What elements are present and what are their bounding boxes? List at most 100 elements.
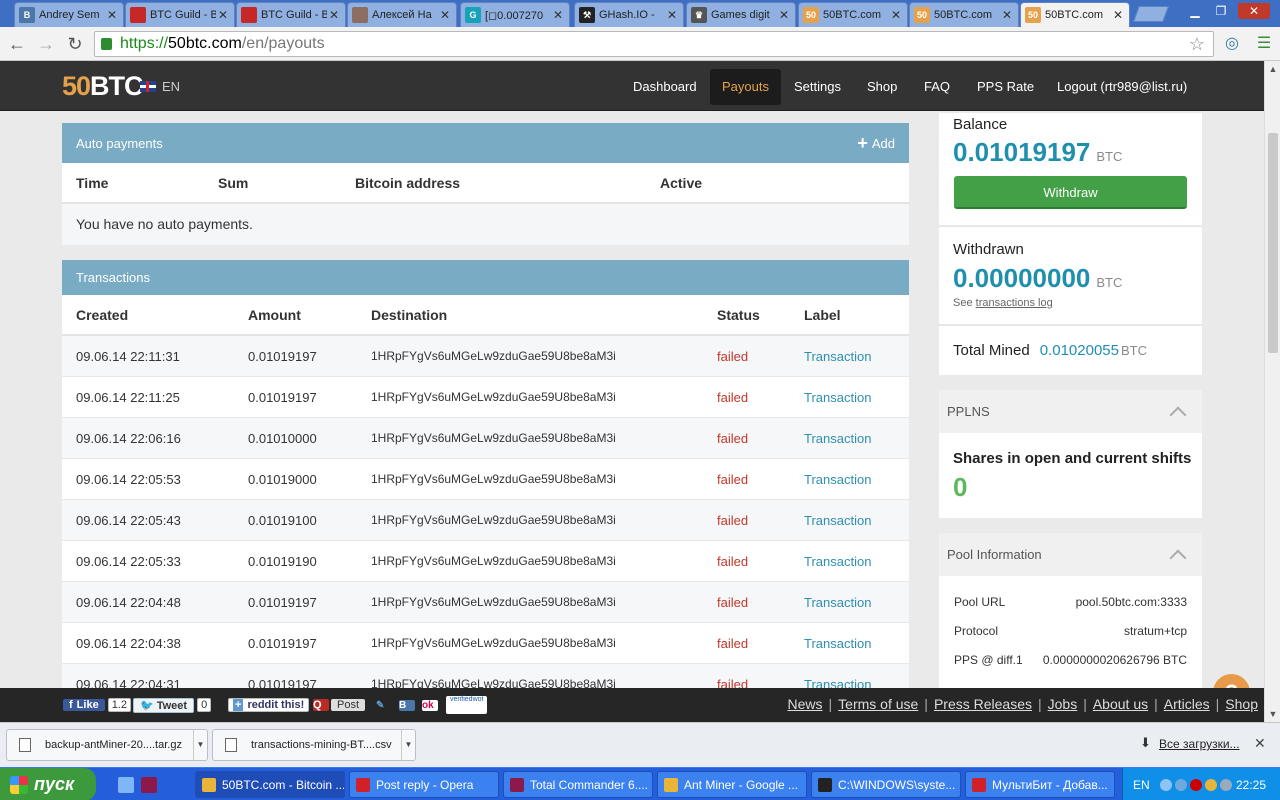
- browser-tab[interactable]: BTC Guild - B ✕: [236, 2, 346, 27]
- nav-shop[interactable]: Shop: [855, 69, 909, 105]
- add-auto-payment-button[interactable]: + Add: [857, 133, 895, 154]
- close-tab-icon[interactable]: ✕: [889, 8, 903, 22]
- browser-tab[interactable]: ⚒ GHash.IO - ✕: [574, 2, 684, 27]
- minimize-icon[interactable]: ▁: [1184, 3, 1206, 19]
- nav-settings[interactable]: Settings: [782, 69, 853, 105]
- transaction-link[interactable]: Transaction: [790, 513, 900, 528]
- keyboard-language[interactable]: EN: [1133, 778, 1150, 792]
- odnoklassniki-icon[interactable]: ok: [422, 699, 438, 711]
- browser-tab[interactable]: G [◻0.007270 ✕: [460, 2, 570, 27]
- reddit-button[interactable]: + reddit this!: [228, 698, 310, 712]
- browser-tab[interactable]: BTC Guild - B ✕: [125, 2, 235, 27]
- browser-tab[interactable]: 50 50BTC.com ✕: [1020, 2, 1130, 27]
- facebook-like-widget[interactable]: f Like 1.2: [63, 696, 131, 714]
- close-tab-icon[interactable]: ✕: [105, 8, 119, 22]
- transaction-link[interactable]: Transaction: [790, 472, 900, 487]
- close-tab-icon[interactable]: ✕: [1111, 8, 1125, 22]
- extension-icon[interactable]: ◎: [1220, 32, 1244, 56]
- dropdown-arrow-icon[interactable]: ▼: [401, 730, 415, 760]
- total-commander-quicklaunch-icon[interactable]: [141, 777, 157, 793]
- network-icon[interactable]: [1219, 778, 1232, 791]
- transaction-link[interactable]: Transaction: [790, 677, 900, 689]
- browser-tab[interactable]: B Andrey Sem ✕: [14, 2, 124, 27]
- browser-tab[interactable]: 50 50BTC.com ✕: [798, 2, 908, 27]
- browser-tab[interactable]: 50 50BTC.com ✕: [909, 2, 1019, 27]
- all-downloads-link[interactable]: Все загрузки...: [1159, 737, 1240, 751]
- close-tab-icon[interactable]: ✕: [551, 8, 565, 22]
- footer-link-news[interactable]: News: [788, 696, 823, 712]
- footer-link-about-us[interactable]: About us: [1093, 696, 1148, 712]
- pencil-icon[interactable]: ✎: [376, 700, 392, 711]
- download-item[interactable]: transactions-mining-BT....csv ▼: [212, 729, 416, 761]
- start-button[interactable]: пуск: [0, 768, 96, 800]
- browser-tab[interactable]: ♛ Games digit ✕: [686, 2, 796, 27]
- scroll-up-icon[interactable]: ▲: [1265, 61, 1280, 77]
- nav-logout-rtr989-list-ru[interactable]: Logout (rtr989@list.ru): [1045, 69, 1199, 105]
- close-tab-icon[interactable]: ✕: [777, 8, 791, 22]
- page-scrollbar[interactable]: ▲ ▼: [1264, 61, 1280, 722]
- tweet-widget[interactable]: 🐦 Tweet 0: [133, 696, 212, 714]
- transaction-link[interactable]: Transaction: [790, 636, 900, 651]
- nav-payouts[interactable]: Payouts: [710, 69, 781, 105]
- site-logo[interactable]: 50BTC: [62, 71, 144, 102]
- taskbar-button[interactable]: C:\WINDOWS\syste...: [811, 771, 961, 798]
- footer-link-articles[interactable]: Articles: [1164, 696, 1210, 712]
- facebook-like-button[interactable]: f Like: [63, 699, 105, 711]
- language-selector[interactable]: EN: [140, 79, 180, 94]
- nav-faq[interactable]: FAQ: [912, 69, 962, 105]
- tweet-button[interactable]: 🐦 Tweet: [133, 697, 195, 713]
- close-tab-icon[interactable]: ✕: [1000, 8, 1014, 22]
- taskbar-button[interactable]: МультиБит - Добав...: [965, 771, 1115, 798]
- quora-widget[interactable]: Q Post: [313, 696, 366, 714]
- volume-icon[interactable]: [1174, 778, 1187, 791]
- browser-tab[interactable]: Алексей На ✕: [347, 2, 457, 27]
- close-window-icon[interactable]: ✕: [1238, 3, 1270, 19]
- pool-info-header[interactable]: Pool Information: [939, 533, 1202, 576]
- vk-icon[interactable]: B: [399, 699, 415, 711]
- dropdown-arrow-icon[interactable]: ▼: [193, 730, 207, 760]
- bookmark-star-icon[interactable]: ☆: [1189, 34, 1205, 55]
- transaction-link[interactable]: Transaction: [790, 595, 900, 610]
- footer-link-press-releases[interactable]: Press Releases: [934, 696, 1032, 712]
- taskbar-button[interactable]: Ant Miner - Google ...: [657, 771, 807, 798]
- menu-icon[interactable]: ☰: [1252, 32, 1276, 56]
- withdraw-button[interactable]: Withdraw: [954, 176, 1187, 209]
- footer-link-jobs[interactable]: Jobs: [1048, 696, 1078, 712]
- scroll-down-icon[interactable]: ▼: [1265, 706, 1280, 722]
- quora-post-button[interactable]: Post: [331, 699, 366, 711]
- close-downloads-icon[interactable]: ✕: [1254, 735, 1266, 752]
- address-bar[interactable]: https://50btc.com/en/payouts ☆: [94, 31, 1214, 57]
- close-tab-icon[interactable]: ✕: [327, 8, 341, 22]
- opera-tray-icon[interactable]: [1189, 778, 1202, 791]
- chevron-up-icon[interactable]: [1169, 406, 1187, 423]
- footer-link-terms-of-use[interactable]: Terms of use: [838, 696, 918, 712]
- footer-link-shop[interactable]: Shop: [1225, 696, 1258, 712]
- pplns-header[interactable]: PPLNS: [939, 390, 1202, 433]
- wot-verified-badge[interactable]: verifiedwot: [446, 696, 488, 714]
- reddit-widget[interactable]: + reddit this!: [228, 696, 310, 714]
- nav-pps-rate[interactable]: PPS Rate: [965, 69, 1046, 105]
- transaction-link[interactable]: Transaction: [790, 390, 900, 405]
- back-icon[interactable]: ←: [5, 32, 29, 56]
- chrome-tray-icon[interactable]: [1204, 778, 1217, 791]
- arrow-left-icon[interactable]: [1159, 778, 1172, 791]
- transaction-link[interactable]: Transaction: [790, 554, 900, 569]
- scrollbar-thumb[interactable]: [1268, 133, 1278, 353]
- restore-icon[interactable]: ❐: [1210, 3, 1232, 19]
- nav-dashboard[interactable]: Dashboard: [621, 69, 709, 105]
- taskbar-button[interactable]: 50BTC.com - Bitcoin ...: [195, 771, 345, 798]
- taskbar-button[interactable]: Post reply - Opera: [349, 771, 499, 798]
- download-item[interactable]: backup-antMiner-20....tar.gz ▼: [6, 729, 208, 761]
- forward-icon[interactable]: →: [34, 32, 58, 56]
- taskbar-button[interactable]: Total Commander 6....: [503, 771, 653, 798]
- close-tab-icon[interactable]: ✕: [216, 8, 230, 22]
- reload-icon[interactable]: ↻: [63, 32, 87, 56]
- transaction-link[interactable]: Transaction: [790, 431, 900, 446]
- transaction-link[interactable]: Transaction: [790, 349, 900, 364]
- close-tab-icon[interactable]: ✕: [665, 8, 679, 22]
- show-desktop-icon[interactable]: [118, 777, 134, 793]
- chevron-up-icon[interactable]: [1169, 549, 1187, 566]
- close-tab-icon[interactable]: ✕: [438, 8, 452, 22]
- transactions-log-link[interactable]: transactions log: [976, 297, 1053, 309]
- new-tab-button[interactable]: [1133, 6, 1169, 22]
